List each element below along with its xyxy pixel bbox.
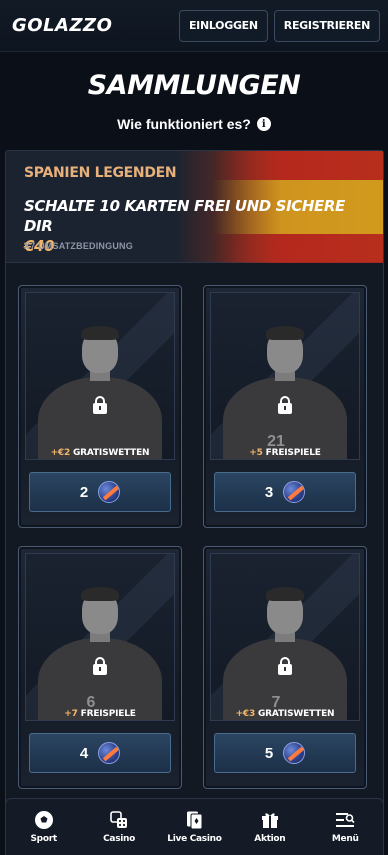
card-count-box[interactable]: 5 <box>214 733 356 773</box>
lock-icon <box>278 396 292 414</box>
auth-buttons: EINLOGGEN REGISTRIEREN <box>178 9 380 42</box>
nav-item-casino[interactable]: Casino <box>84 810 154 844</box>
brand-logo[interactable]: GOLAZZO <box>12 15 112 36</box>
reward-amount: +7 <box>64 709 78 719</box>
nav-label: Aktion <box>254 834 286 844</box>
reward-amount: +5 <box>249 448 263 458</box>
lock-icon <box>93 657 107 675</box>
register-button[interactable]: REGISTRIEREN <box>273 9 380 42</box>
player-card[interactable]: +€2 GRATISWETTEN 2 <box>18 285 182 528</box>
nav-item-sport[interactable]: Sport <box>9 810 79 844</box>
nav-item-menu[interactable]: Menü <box>310 810 380 844</box>
card-count: 5 <box>264 744 274 762</box>
player-card[interactable]: 6 +7 FREISPIELE 4 <box>18 546 182 789</box>
ball-icon <box>283 742 306 764</box>
dice-icon <box>110 811 128 828</box>
player-image <box>25 292 175 460</box>
collection-panel: SPANIEN LEGENDEN SCHALTE 10 KARTEN FREI … <box>5 150 384 810</box>
card-reward: +5 FREISPIELE <box>204 448 366 458</box>
login-button[interactable]: EINLOGGEN <box>178 9 268 42</box>
top-header: GOLAZZO EINLOGGEN REGISTRIEREN <box>0 0 388 52</box>
bottom-nav: Sport Casino Live Casino Aktion Menü <box>5 798 384 855</box>
nav-label: Sport <box>30 834 58 844</box>
player-image: 6 <box>25 553 175 721</box>
how-it-works-label: Wie funktioniert es? <box>117 116 251 132</box>
card-reward: +€3 GRATISWETTEN <box>204 709 366 719</box>
player-image: 21 <box>210 292 360 460</box>
collection-banner: SPANIEN LEGENDEN SCHALTE 10 KARTEN FREI … <box>6 151 383 263</box>
lock-icon <box>93 396 107 414</box>
card-count-box[interactable]: 4 <box>29 733 171 773</box>
info-icon[interactable]: i <box>256 117 271 131</box>
how-it-works-link[interactable]: Wie funktioniert es? i <box>0 116 388 132</box>
reward-type: GRATISWETTEN <box>73 448 150 458</box>
card-count: 3 <box>264 483 274 501</box>
reward-type: FREISPIELE <box>265 448 321 458</box>
reward-type: GRATISWETTEN <box>258 709 335 719</box>
nav-item-live-casino[interactable]: Live Casino <box>159 810 229 844</box>
reward-amount: +€3 <box>235 709 256 719</box>
reward-amount: +€2 <box>50 448 71 458</box>
nav-label: Casino <box>103 834 136 844</box>
nav-label: Live Casino <box>167 834 222 844</box>
lock-icon <box>278 657 292 675</box>
menu-search-icon <box>336 813 355 827</box>
card-reward: +€2 GRATISWETTEN <box>19 448 181 458</box>
player-image: 7 <box>210 553 360 721</box>
card-count: 4 <box>79 744 89 762</box>
page-title: SAMMLUNGEN <box>87 70 301 101</box>
ball-icon <box>283 481 306 503</box>
ball-icon <box>98 742 121 764</box>
nav-item-aktion[interactable]: Aktion <box>235 810 305 844</box>
player-card[interactable]: 7 +€3 GRATISWETTEN 5 <box>203 546 367 789</box>
banner-headline-text: SCHALTE 10 KARTEN FREI UND SICHERE DIR <box>24 197 345 235</box>
card-count-box[interactable]: 3 <box>214 472 356 512</box>
gift-icon <box>261 813 278 828</box>
reward-type: FREISPIELE <box>80 709 136 719</box>
collection-name: SPANIEN LEGENDEN <box>24 165 177 181</box>
player-card[interactable]: 21 +5 FREISPIELE 3 <box>203 285 367 528</box>
football-icon <box>34 811 53 829</box>
wagering-requirement: X7 UMSATZBEDINGUNG <box>24 241 133 251</box>
ball-icon <box>98 481 121 503</box>
nav-label: Menü <box>331 834 359 844</box>
card-reward: +7 FREISPIELE <box>19 709 181 719</box>
cards-icon <box>187 811 203 830</box>
card-count: 2 <box>79 483 89 501</box>
card-count-box[interactable]: 2 <box>29 472 171 512</box>
